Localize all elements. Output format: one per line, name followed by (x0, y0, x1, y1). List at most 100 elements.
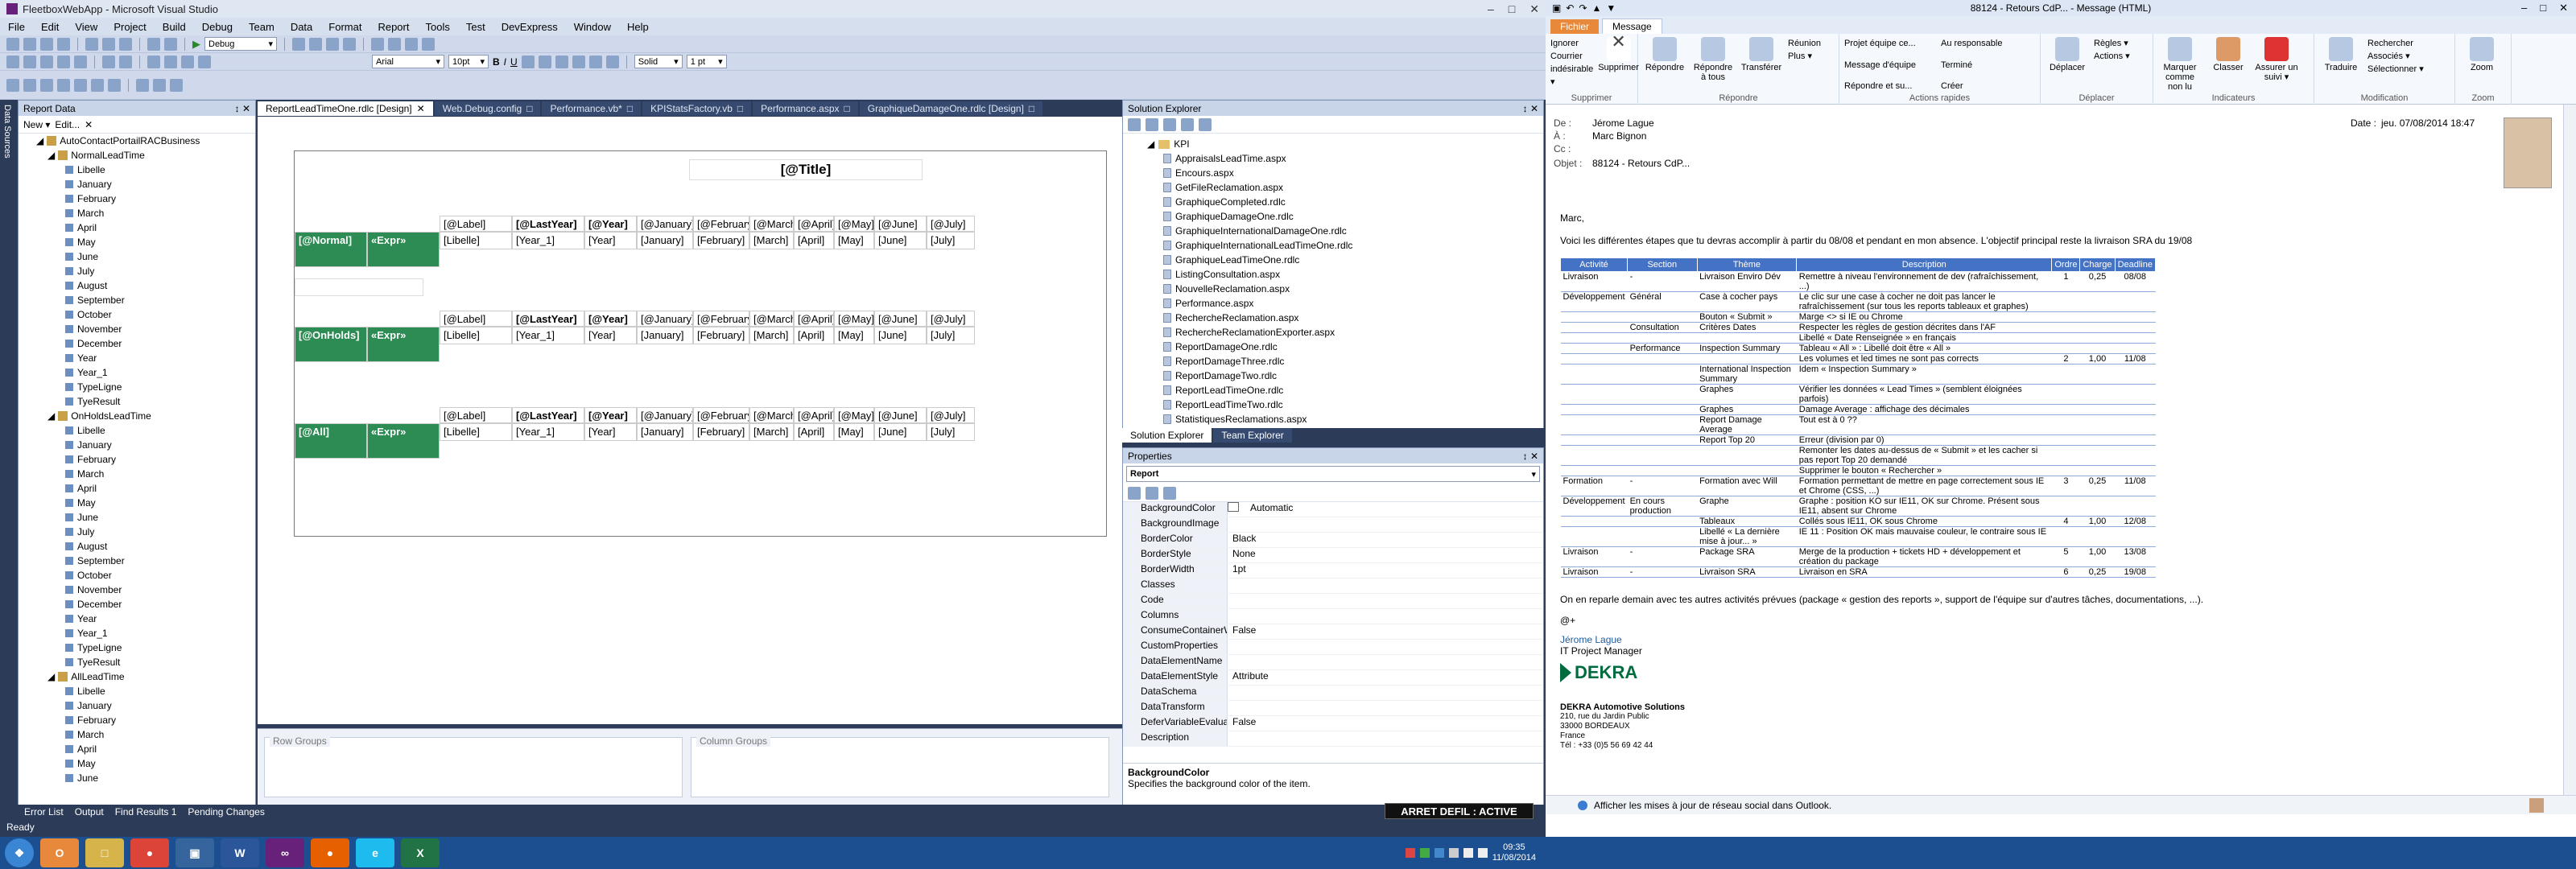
justify-icon[interactable] (605, 55, 619, 68)
tray-icon[interactable] (1405, 848, 1415, 858)
properties-icon[interactable] (326, 37, 339, 51)
header-cell[interactable]: [@Year] (584, 216, 637, 232)
detail-cell[interactable]: [May] (834, 232, 874, 249)
header-cell[interactable]: [@Year] (584, 311, 637, 327)
regles-button[interactable]: Règles ▾ (2094, 37, 2130, 50)
field-node[interactable]: June (25, 249, 255, 264)
redo-icon[interactable]: ↷ (1579, 2, 1587, 14)
detail-cell[interactable]: [March] (749, 423, 794, 441)
field-node[interactable]: Libelle (25, 423, 255, 438)
categorized-icon[interactable] (1128, 486, 1141, 500)
image-icon[interactable] (198, 55, 211, 68)
detail-cell[interactable]: [Year] (584, 327, 637, 344)
cut-icon[interactable] (85, 37, 98, 51)
property-row[interactable]: DataSchema (1123, 686, 1543, 701)
header-cell[interactable]: [@Label] (440, 407, 512, 423)
minimize-icon[interactable]: – (2521, 2, 2527, 14)
toolbox-icon[interactable] (343, 37, 356, 51)
firefox-taskbar-icon[interactable]: ● (311, 838, 349, 867)
pin-icon[interactable]: □ (627, 103, 633, 114)
folder-kpi[interactable]: ◢ KPI (1147, 137, 1543, 151)
menu-item-build[interactable]: Build (163, 21, 186, 33)
menu-item-team[interactable]: Team (249, 21, 275, 33)
solution-file[interactable]: Performance.aspx (1147, 296, 1543, 311)
header-cell[interactable]: [@March] (749, 311, 794, 327)
view-code-icon[interactable] (1181, 117, 1194, 131)
outdent-icon[interactable] (119, 55, 132, 68)
debug-icon[interactable] (6, 55, 19, 68)
dataset-node[interactable]: ◢ NormalLeadTime (25, 148, 255, 163)
field-node[interactable]: March (25, 727, 255, 742)
detail-cell[interactable]: [May] (834, 423, 874, 441)
detail-cell[interactable]: [Libelle] (440, 327, 512, 344)
reunion-button[interactable]: Réunion (1788, 37, 1821, 50)
refresh-icon[interactable] (1163, 117, 1176, 131)
field-node[interactable]: Year_1 (25, 626, 255, 640)
classer-button[interactable]: Classer (2207, 37, 2250, 101)
up-icon[interactable]: ▲ (1591, 2, 1601, 14)
bottom-tab[interactable]: Pending Changes (188, 806, 264, 818)
to-value[interactable]: Marc Bignon (1592, 130, 1646, 142)
align-right-icon[interactable] (405, 37, 418, 51)
field-node[interactable]: December (25, 336, 255, 351)
field-node[interactable]: January (25, 438, 255, 452)
save-all-icon[interactable] (57, 37, 70, 51)
menu-item-edit[interactable]: Edit (41, 21, 59, 33)
collapse-icon[interactable]: ◢ (47, 409, 55, 423)
same-width-icon[interactable] (136, 78, 149, 92)
align-tops-icon[interactable] (74, 78, 87, 92)
menu-item-file[interactable]: File (8, 21, 25, 33)
collapse-icon[interactable]: ◢ (36, 134, 43, 148)
align-lefts-icon[interactable] (23, 78, 36, 92)
show-all-icon[interactable] (1146, 117, 1158, 131)
matrix-icon[interactable] (164, 55, 177, 68)
group-label-cell[interactable]: [@All] (295, 423, 367, 459)
property-row[interactable]: BackgroundImage (1123, 517, 1543, 533)
redo-icon[interactable] (164, 37, 177, 51)
traduire-button[interactable]: Traduire (2319, 37, 2363, 101)
align-centers-icon[interactable] (40, 78, 53, 92)
properties-icon[interactable] (1128, 117, 1141, 131)
field-node[interactable]: July (25, 525, 255, 539)
undo-icon[interactable] (147, 37, 160, 51)
header-cell[interactable]: [@May] (834, 216, 874, 232)
property-row[interactable]: CustomProperties (1123, 640, 1543, 655)
detail-cell[interactable]: [January] (637, 232, 693, 249)
field-node[interactable]: March (25, 467, 255, 481)
detail-cell[interactable]: [April] (794, 327, 834, 344)
header-cell[interactable]: [@April] (794, 407, 834, 423)
field-node[interactable]: Libelle (25, 684, 255, 698)
indent-icon[interactable] (102, 55, 115, 68)
remote-taskbar-icon[interactable]: ▣ (175, 838, 214, 867)
maximize-icon[interactable]: □ (2540, 2, 2546, 14)
detail-cell[interactable]: [Year_1] (512, 232, 584, 249)
header-cell[interactable]: [@January] (637, 311, 693, 327)
menu-item-window[interactable]: Window (574, 21, 611, 33)
report-title-textbox[interactable]: [@Title] (689, 159, 923, 180)
doc-tab[interactable]: Performance.aspx □ (753, 101, 858, 116)
ignorer-button[interactable]: Ignorer (1550, 37, 1593, 50)
detail-cell[interactable]: [July] (927, 423, 975, 441)
close-icon[interactable]: ✕ (417, 103, 425, 114)
associes-button[interactable]: Associés ▾ (2368, 50, 2424, 63)
solution-explorer-icon[interactable] (309, 37, 322, 51)
find-icon[interactable] (292, 37, 305, 51)
header-cell[interactable]: [@January] (637, 216, 693, 232)
field-node[interactable]: March (25, 206, 255, 220)
tray-icon[interactable] (1448, 848, 1459, 858)
property-row[interactable]: Code (1123, 594, 1543, 609)
solution-file[interactable]: StatistiquesReclamations.aspx (1147, 412, 1543, 426)
align-left-text-icon[interactable] (555, 55, 568, 68)
property-value[interactable]: Black (1228, 533, 1256, 547)
header-cell[interactable]: [@Label] (440, 216, 512, 232)
doc-tab[interactable]: Web.Debug.config □ (434, 101, 541, 116)
close-icon[interactable]: ↕ ✕ (1523, 103, 1538, 114)
menu-item-help[interactable]: Help (627, 21, 649, 33)
column-groups-box[interactable]: Column Groups (691, 735, 1109, 797)
header-cell[interactable]: [@January] (637, 407, 693, 423)
comment-icon[interactable] (57, 55, 70, 68)
property-row[interactable]: ConsumeContainerWhFalse (1123, 624, 1543, 640)
detail-cell[interactable]: [Year_1] (512, 327, 584, 344)
dataset-node[interactable]: ◢ AllLeadTime (25, 669, 255, 684)
field-node[interactable]: January (25, 698, 255, 713)
